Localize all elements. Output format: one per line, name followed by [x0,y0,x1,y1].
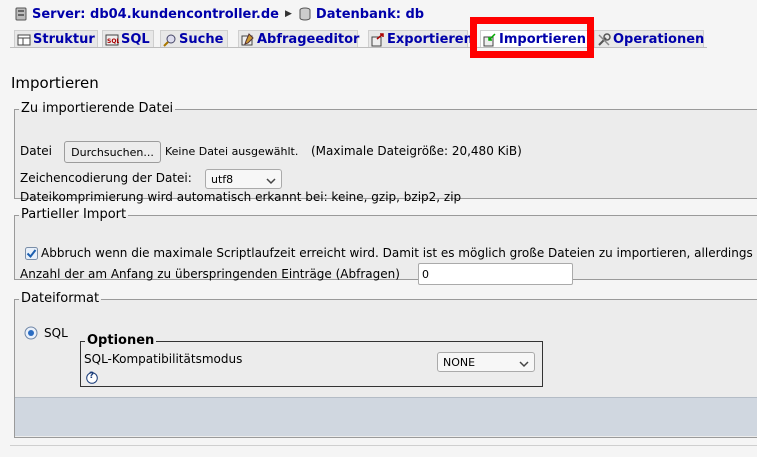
skip-count-input[interactable]: 0 [418,263,573,285]
form-footer-band [15,397,757,436]
compat-select[interactable]: NONE [437,352,535,372]
file-label: Datei [20,144,53,158]
page-title: Importieren [11,74,99,92]
database-link[interactable]: Datenbank: db [316,7,424,22]
operations-wrench-icon [597,32,611,47]
no-file-text: Keine Datei ausgewählt. [165,145,299,158]
compat-value: NONE [443,355,476,369]
tab-abfrageeditor[interactable]: Abfrageeditor [238,30,359,48]
tab-exportieren[interactable]: Exportieren [368,30,473,48]
server-icon [14,7,28,21]
chevron-down-icon [519,358,529,368]
tab-underline [10,47,707,48]
breadcrumb: Server: db04.kundencontroller.de ▶ Daten… [14,6,424,22]
compression-text: Dateikomprimierung wird automatisch erka… [20,190,462,204]
help-icon[interactable]: ? [86,371,98,384]
file-fieldset: Zu importierende Datei Datei Durchsuchen… [14,101,757,204]
server-link[interactable]: Server: db04.kundencontroller.de [32,7,279,22]
browse-button[interactable]: Durchsuchen... [64,141,161,163]
skip-label: Anzahl der am Anfang zu überspringenden … [20,267,400,281]
sql-radio-label: SQL [44,326,68,340]
format-legend: Dateiformat [21,291,100,306]
tab-struktur[interactable]: Struktur [14,30,98,48]
search-icon [163,33,177,47]
abort-checkbox-row: Abbruch wenn die maximale Scriptlaufzeit… [25,246,753,260]
abort-checkbox[interactable] [25,246,38,260]
export-icon [371,32,385,47]
charset-label: Zeichencodierung der Datei: [20,171,192,185]
database-icon [298,7,312,21]
file-legend: Zu importierende Datei [21,101,174,116]
bottom-divider [10,445,757,446]
charset-value: utf8 [211,172,234,186]
breadcrumb-separator-icon: ▶ [285,9,292,19]
sql-icon: SQL [105,33,120,47]
sql-radio[interactable] [24,326,38,340]
max-size-text: (Maximale Dateigröße: 20,480 KiB) [311,144,522,158]
options-fieldset: Optionen SQL-Kompatibilitätsmodus NONE ? [80,334,543,387]
sql-radio-row: SQL [24,326,68,340]
abort-checkbox-label: Abbruch wenn die maximale Scriptlaufzeit… [41,246,753,260]
tab-sql[interactable]: SQL SQL [102,30,154,48]
query-editor-icon [241,32,255,47]
active-tab-highlight [470,17,594,58]
tab-suche[interactable]: Suche [160,30,228,48]
chevron-down-icon [266,175,276,185]
svg-text:SQL: SQL [107,38,119,45]
options-legend: Optionen [87,333,155,348]
tab-operationen[interactable]: Operationen [594,30,704,48]
partial-import-fieldset: Partieller Import Abbruch wenn die maxim… [14,207,757,285]
charset-select[interactable]: utf8 [205,169,282,189]
partial-import-legend: Partieller Import [21,207,127,222]
compat-label: SQL-Kompatibilitätsmodus [84,352,243,366]
table-structure-icon [17,33,31,47]
